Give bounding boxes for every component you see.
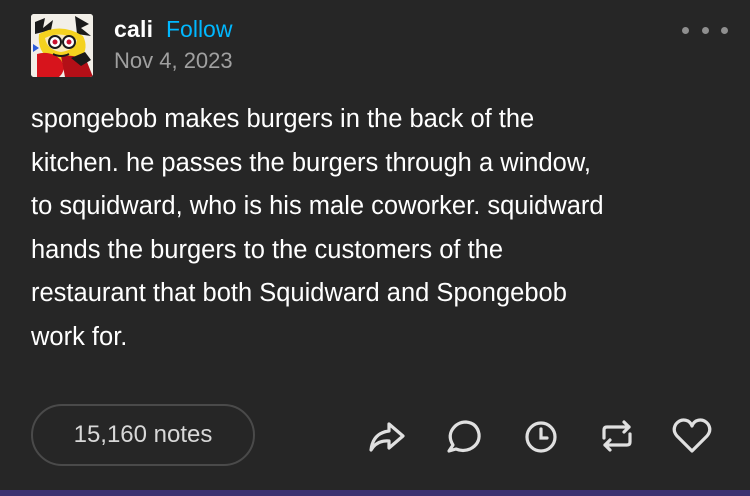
- reply-icon[interactable]: [443, 415, 485, 457]
- more-dot: [701, 26, 709, 34]
- post-author[interactable]: cali: [114, 16, 153, 43]
- post-card: cali Follow Nov 4, 2023 spongebob makes …: [0, 0, 750, 490]
- reblog-icon[interactable]: [596, 415, 638, 457]
- avatar-image: [31, 14, 93, 77]
- more-dot: [682, 26, 689, 34]
- more-dot: [721, 26, 728, 34]
- share-icon[interactable]: [366, 415, 408, 457]
- more-options-icon[interactable]: [682, 18, 728, 42]
- clock-icon[interactable]: [520, 415, 562, 457]
- heart-icon[interactable]: [671, 415, 713, 457]
- follow-button[interactable]: Follow: [166, 16, 232, 43]
- post-date[interactable]: Nov 4, 2023: [114, 48, 233, 74]
- avatar[interactable]: [31, 14, 93, 77]
- bottom-accent-bar: [0, 490, 750, 496]
- post-body: spongebob makes burgers in the back of t…: [31, 105, 604, 351]
- notes-button[interactable]: 15,160 notes: [31, 404, 255, 466]
